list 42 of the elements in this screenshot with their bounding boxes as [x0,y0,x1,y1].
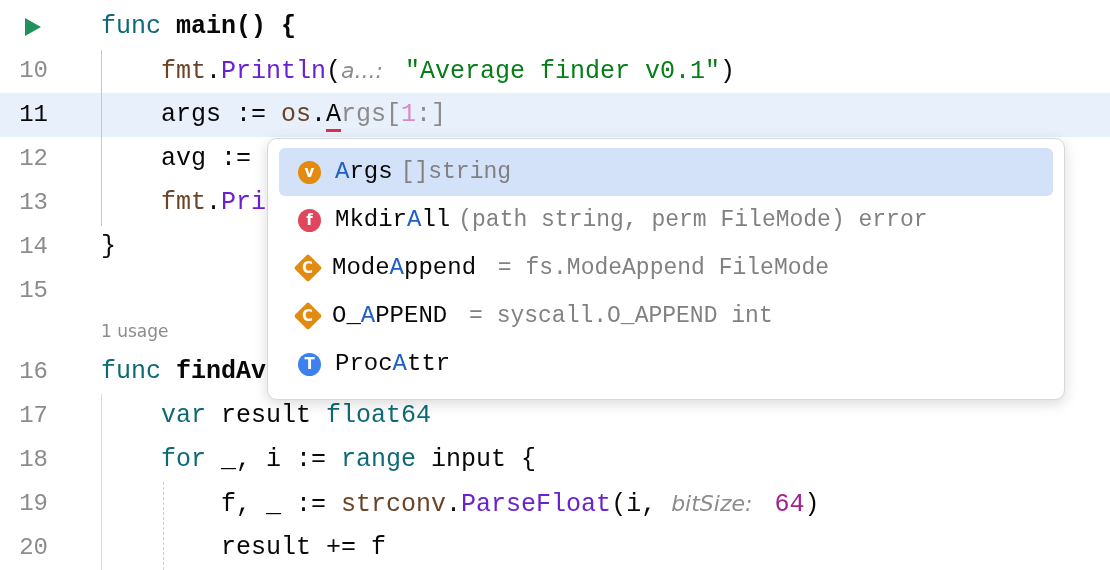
code-line: func main() { [101,12,297,42]
code-line: for _, i := range input { [160,445,537,475]
code-line: result += f [220,533,387,563]
code-line: avg := [160,144,252,174]
completion-item[interactable]: T ProcAttr [279,340,1053,388]
completion-name: O_APPEND [332,301,448,331]
line-number: 14 [19,232,48,262]
constant-icon: C [293,253,323,283]
type-icon: T [298,352,321,376]
code-line: fmt.Pri [160,188,267,218]
line-number: 10 [19,56,48,86]
code-line: fmt.Println(a...: "Average finder v0.1") [160,55,736,87]
completion-name: ModeAppend [332,253,477,283]
code-line: } [101,232,116,262]
completion-name: ProcAttr [335,349,451,379]
code-line: f, _ := strconv.ParseFloat(i, bitSize: 64) [220,488,820,520]
line-number: 18 [19,445,48,475]
completion-item[interactable]: C O_APPEND = syscall.O_APPEND int [279,292,1053,340]
type-detail: (path string, perm FileMode) error [458,205,928,235]
function-icon: f [298,208,321,232]
completion-item[interactable]: f MkdirAll (path string, perm FileMode) error [279,196,1053,244]
line-number: 17 [19,401,48,431]
completion-item[interactable]: C ModeAppend = fs.ModeAppend FileMode [279,244,1053,292]
line-number: 15 [19,276,48,306]
line-number: 12 [19,144,48,174]
completion-name: MkdirAll [335,205,451,235]
completion-item[interactable]: v Args []string [279,148,1053,196]
line-number: 19 [19,489,48,519]
line-number: 13 [19,188,48,218]
code-line: func findAv [101,357,267,387]
constant-icon: C [293,301,323,331]
completion-name: Args [335,157,393,187]
line-number: 16 [19,357,48,387]
code-line: var result float64 [160,401,432,431]
line-number: 20 [19,533,48,563]
line-number: 11 [19,100,48,130]
code-line: args := os.Args[1:] [101,100,447,130]
type-detail: = fs.ModeAppend FileMode [496,253,830,283]
variable-icon: v [298,160,321,184]
run-icon[interactable] [24,17,42,37]
type-detail: []string [400,157,512,187]
type-detail: = syscall.O_APPEND int [468,301,773,331]
